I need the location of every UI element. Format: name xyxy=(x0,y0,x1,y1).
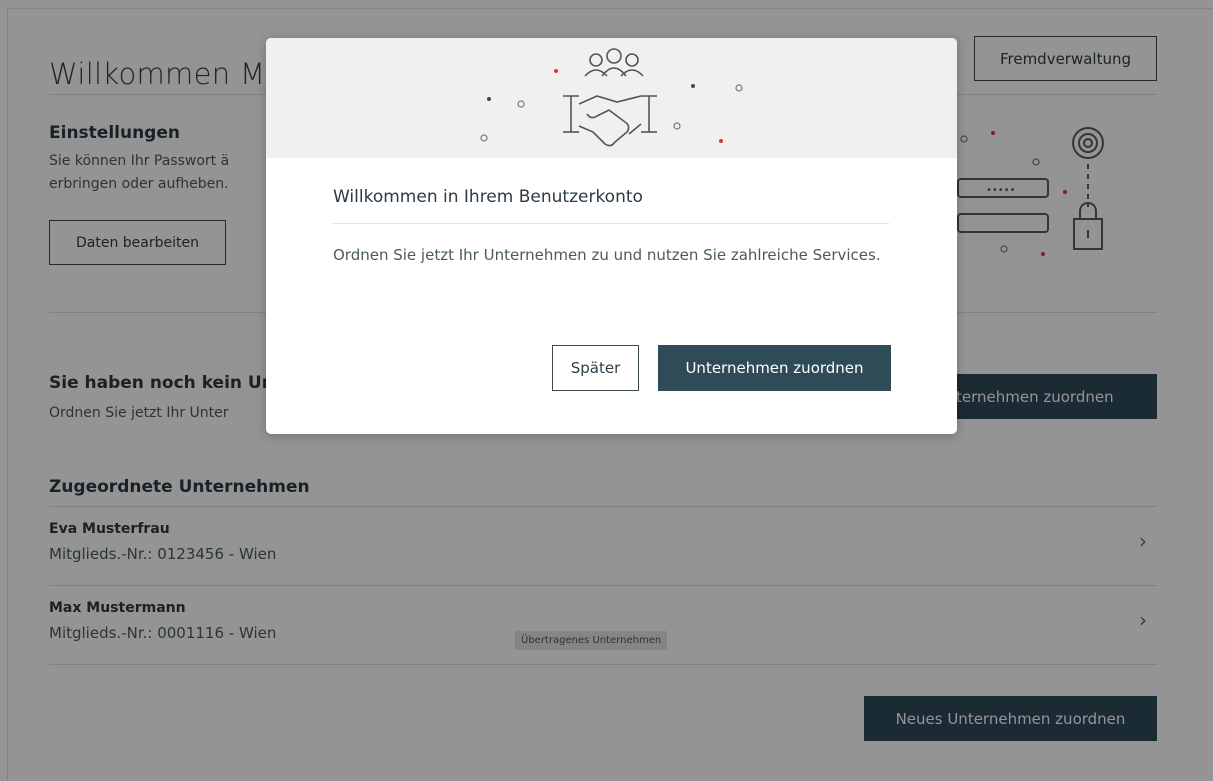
modal-header-illustration xyxy=(266,38,957,158)
assign-company-modal-button[interactable]: Unternehmen zuordnen xyxy=(658,345,891,391)
welcome-modal: Willkommen in Ihrem Benutzerkonto Ordnen… xyxy=(266,38,957,434)
modal-text: Ordnen Sie jetzt Ihr Unternehmen zu und … xyxy=(333,246,881,264)
handshake-icon xyxy=(480,48,743,147)
modal-divider xyxy=(333,223,889,224)
later-button[interactable]: Später xyxy=(552,345,639,391)
modal-title: Willkommen in Ihrem Benutzerkonto xyxy=(333,187,643,207)
